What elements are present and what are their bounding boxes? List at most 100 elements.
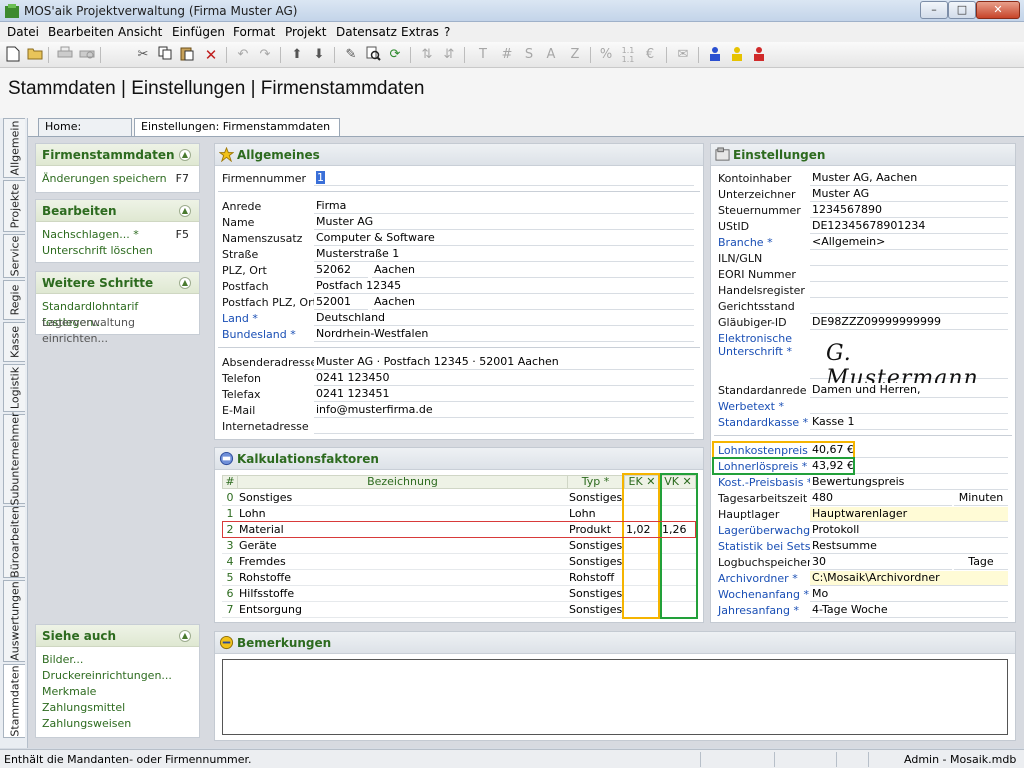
iln-field[interactable] [810,251,1008,266]
gerichtsstand-field[interactable] [810,299,1008,314]
row-number[interactable]: 0 [222,490,238,506]
print-icon[interactable] [56,46,74,64]
open-folder-icon[interactable] [26,46,44,64]
user-red-icon[interactable] [750,46,768,64]
label-unterschrift-1[interactable]: Elektronische [718,332,792,345]
cell-bezeichnung[interactable]: Entsorgung [237,602,568,618]
cell-bezeichnung[interactable]: Rohstoffe [237,570,568,586]
tab-home[interactable]: Home: Startseite [38,118,132,149]
vtab-stammdaten[interactable]: Stammdaten [3,664,25,738]
strasse-field[interactable]: Musterstraße 1 [314,247,694,262]
close-window-button[interactable]: ✕ [976,1,1020,19]
label-jahresanfang[interactable]: Jahresanfang * [718,604,799,617]
cell-bezeichnung[interactable]: Lohn [237,506,568,522]
label-unterschrift-2[interactable]: Unterschrift * [718,345,792,358]
email-field[interactable]: info@musterfirma.de [314,403,694,418]
move-up-icon[interactable]: ⬆ [288,46,306,64]
cell-typ[interactable]: Sonstiges [567,554,624,570]
task-unterschrift-loeschen[interactable]: Unterschrift löschen [36,243,199,259]
label-land[interactable]: Land * [222,312,258,325]
row-number[interactable]: 5 [222,570,238,586]
cell-typ[interactable]: Sonstiges [567,586,624,602]
task-lagerverwaltung[interactable]: Lagerverwaltung einrichten... [36,315,199,345]
vtab-allgemein[interactable]: Allgemein [3,118,25,178]
link-zahlungsweisen[interactable]: Zahlungsweisen [36,716,199,732]
cell-typ[interactable]: Sonstiges [567,602,624,618]
print-preview-icon[interactable] [78,46,96,64]
col-header-typ[interactable]: Typ * [567,475,624,489]
signature-field[interactable]: G. Mustermann [810,331,1008,391]
delete-icon[interactable]: ✕ [202,46,220,64]
vtab-auswertungen[interactable]: Auswertungen [3,580,25,662]
hauptlager-field[interactable]: Hauptwarenlager [810,507,1008,522]
menu-format[interactable]: Format [233,25,275,39]
row-number[interactable]: 6 [222,586,238,602]
vtab-projekte[interactable]: Projekte [3,180,25,232]
unterzeichner-field[interactable]: Muster AG [810,187,1008,202]
wochenanfang-field[interactable]: Mo [810,587,1008,602]
label-standardkasse[interactable]: Standardkasse * [718,416,808,429]
cell-typ[interactable]: Rohstoff [567,570,624,586]
label-statistik[interactable]: Statistik bei Sets * [718,540,819,553]
maximize-button[interactable]: □ [948,1,976,19]
menu-help[interactable]: ? [444,25,450,39]
bemerkungen-textarea[interactable] [222,659,1008,735]
collapse-icon[interactable]: ▲ [179,277,191,289]
vtab-service[interactable]: Service [3,234,25,278]
logbuchspeicher-field[interactable]: 30 [810,555,952,570]
currency-icon[interactable]: € [641,46,659,64]
undo-icon[interactable]: ↶ [234,46,252,64]
refresh-icon[interactable]: ⟳ [386,46,404,64]
redo-icon[interactable]: ↷ [256,46,274,64]
ustid-field[interactable]: DE12345678901234 [810,219,1008,234]
task-save-changes[interactable]: Änderungen speichern F7 [36,171,199,187]
a-icon[interactable]: A [542,46,560,64]
paste-icon[interactable] [178,46,196,64]
tagesarbeitszeit-field[interactable]: 480 [810,491,952,506]
task-nachschlagen[interactable]: Nachschlagen... * F5 [36,227,199,243]
collapse-icon[interactable]: ▲ [179,149,191,161]
cell-typ[interactable]: Sonstiges [567,490,624,506]
telefax-field[interactable]: 0241 123451 [314,387,694,402]
collapse-icon[interactable]: ▲ [179,205,191,217]
logbuchspeicher-unit[interactable]: Tage [954,555,1008,570]
telefon-field[interactable]: 0241 123450 [314,371,694,386]
archivordner-field[interactable]: C:\Mosaik\Archivordner [810,571,1008,586]
vtab-logistik[interactable]: Logistik [3,364,25,412]
link-druckereinrichtungen[interactable]: Druckereinrichtungen... [36,668,199,684]
cell-bezeichnung[interactable]: Geräte [237,538,568,554]
z-icon[interactable]: Z [566,46,584,64]
ort-field[interactable]: Aachen [372,263,694,278]
menu-datensatz[interactable]: Datensatz [336,25,397,39]
cell-bezeichnung[interactable]: Hilfsstoffe [237,586,568,602]
row-number[interactable]: 3 [222,538,238,554]
tab-firmenstammdaten[interactable]: Einstellungen: Firmenstammdaten (*)✕ [134,118,340,149]
lagerueberwachung-field[interactable]: Protokoll [810,523,1008,538]
label-lagerueberwachung[interactable]: Lagerüberwachg * [718,524,819,537]
menu-datei[interactable]: Datei [7,25,39,39]
anrede-field[interactable]: Firma [314,199,694,214]
hash-icon[interactable]: # [498,46,516,64]
user-blue-icon[interactable] [706,46,724,64]
minimize-button[interactable]: – [920,1,948,19]
label-preisbasis[interactable]: Kost.-Preisbasis * [718,476,812,489]
vtab-regie[interactable]: Regie [3,280,25,320]
bundesland-field[interactable]: Nordrhein-Westfalen [314,327,694,342]
vtab-bueroarbeiten[interactable]: Büroarbeiten [3,506,25,578]
user-yellow-icon[interactable] [728,46,746,64]
cell-bezeichnung[interactable]: Fremdes [237,554,568,570]
absenderadresse-field[interactable]: Muster AG · Postfach 12345 · 52001 Aache… [314,355,694,370]
jahresanfang-field[interactable]: 4-Tage Woche [810,603,1008,618]
tagesarbeitszeit-unit[interactable]: Minuten [954,491,1008,506]
col-header-bezeichnung[interactable]: Bezeichnung [237,475,568,489]
preisbasis-field[interactable]: Bewertungspreis [810,475,1008,490]
statistik-field[interactable]: Restsumme [810,539,1008,554]
edit-icon[interactable]: ✎ [342,46,360,64]
standardanrede-field[interactable]: Damen und Herren, [810,383,1008,398]
mail-icon[interactable]: ✉ [674,46,692,64]
collapse-icon[interactable]: ▲ [179,630,191,642]
label-wochenanfang[interactable]: Wochenanfang * [718,588,809,601]
glaeubiger-id-field[interactable]: DE98ZZZ09999999999 [810,315,1008,330]
vtab-kasse[interactable]: Kasse [3,322,25,362]
postfach-field[interactable]: Postfach 12345 [314,279,694,294]
